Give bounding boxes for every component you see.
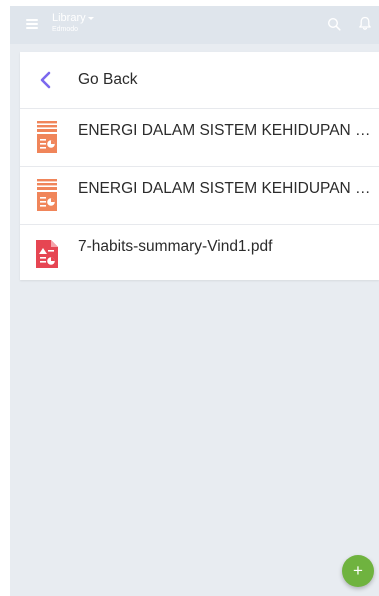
app-bar: Library Edmodo	[10, 6, 379, 44]
search-icon[interactable]	[327, 17, 341, 31]
pdf-file-icon	[36, 240, 58, 268]
file-item-energi-2[interactable]: ENERGI DALAM SISTEM KEHIDUPAN bag...	[20, 167, 379, 225]
bell-icon[interactable]	[358, 16, 372, 31]
go-back-label: Go Back	[78, 71, 138, 88]
app-subtitle: Edmodo	[52, 26, 79, 33]
file-item-energi-1[interactable]: ENERGI DALAM SISTEM KEHIDUPAN bag...	[20, 109, 379, 167]
go-back-row[interactable]: Go Back	[20, 52, 379, 109]
app-title: Library	[52, 12, 86, 24]
file-name: 7-habits-summary-Vind1.pdf	[78, 238, 273, 255]
file-list: Go Back ENERGI DALAM SISTEM KEHIDUPAN ba…	[20, 52, 379, 280]
presentation-file-icon	[37, 121, 57, 153]
add-button[interactable]: +	[342, 555, 374, 587]
hamburger-menu-icon[interactable]	[26, 19, 38, 29]
chevron-left-icon	[40, 71, 51, 89]
file-item-7-habits-pdf[interactable]: 7-habits-summary-Vind1.pdf	[20, 225, 379, 280]
chevron-down-icon	[87, 16, 94, 20]
plus-icon: +	[353, 561, 363, 580]
app-screen: Library Edmodo Go Back ENERGI DALAM SIST…	[10, 6, 379, 596]
library-selector[interactable]: Library Edmodo	[52, 12, 94, 34]
file-name: ENERGI DALAM SISTEM KEHIDUPAN bag...	[78, 122, 374, 139]
file-name: ENERGI DALAM SISTEM KEHIDUPAN bag...	[78, 180, 374, 197]
presentation-file-icon	[37, 179, 57, 211]
